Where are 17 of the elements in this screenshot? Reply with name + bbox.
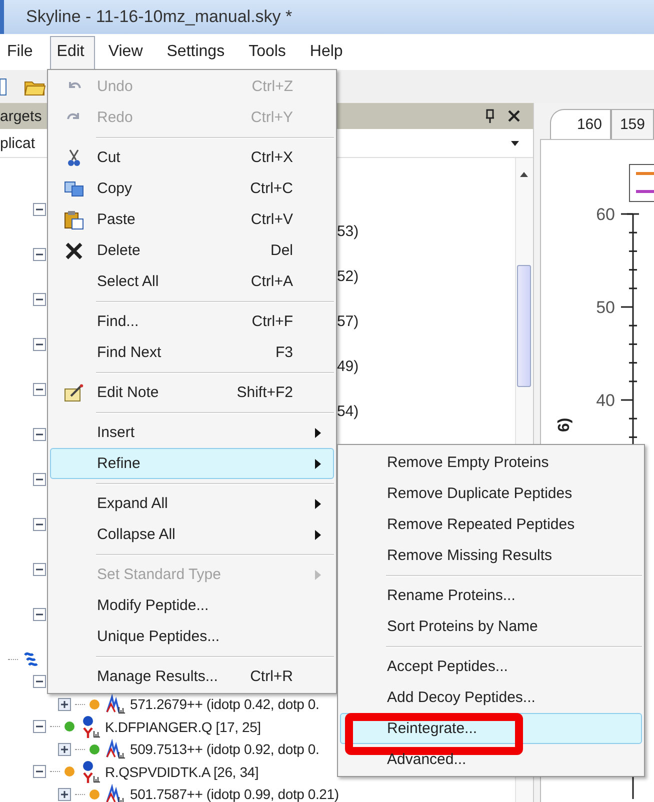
axis-title: 6): [556, 418, 573, 432]
shortcut-label: Shift+F2: [236, 384, 294, 401]
shortcut-label: Ctrl+X: [250, 149, 294, 166]
shortcut-label: Ctrl+A: [250, 273, 294, 290]
axis-tick-label: 40: [596, 391, 615, 410]
panel-title: argets: [0, 108, 42, 124]
shortcut-label: Ctrl+Y: [250, 109, 294, 126]
window-title: Skyline - 11-16-10mz_manual.sky *: [26, 7, 292, 27]
axis-tick-label: 60: [596, 205, 615, 224]
shortcut-label: Ctrl+C: [250, 180, 294, 197]
axis-tick-label: 50: [596, 298, 615, 317]
shortcut-label: Ctrl+R: [250, 668, 294, 685]
shortcut-label: Ctrl+F: [252, 313, 294, 330]
shortcut-label: Del: [270, 242, 294, 259]
shortcut-label: F3: [275, 344, 294, 361]
shortcut-label: Ctrl+V: [250, 211, 294, 228]
shortcut-label: Ctrl+Z: [252, 78, 294, 95]
